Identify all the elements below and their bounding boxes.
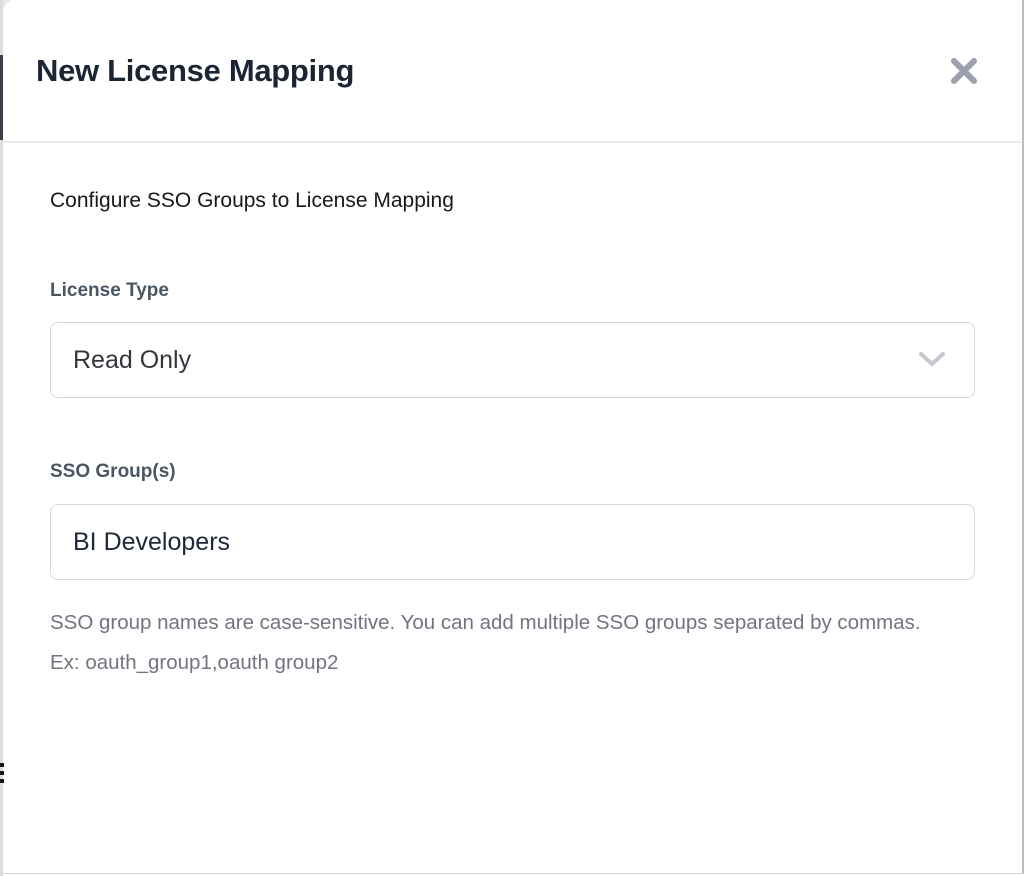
dialog-title: New License Mapping [36,53,354,89]
license-type-selected-value: Read Only [73,346,918,375]
dialog-header: New License Mapping [3,0,1022,143]
sso-groups-help-text: SSO group names are case-sensitive. You … [50,603,922,683]
background-list-icon [0,763,5,787]
close-button[interactable] [944,51,984,91]
license-type-label: License Type [50,280,975,302]
chevron-down-icon [918,351,946,369]
license-type-select[interactable]: Read Only [50,322,975,398]
sso-groups-label: SSO Group(s) [50,461,975,483]
dialog-body: Configure SSO Groups to License Mapping … [3,143,1022,683]
dialog-description: Configure SSO Groups to License Mapping [50,188,975,214]
close-icon [948,55,980,87]
new-license-mapping-dialog: New License Mapping Configure SSO Groups… [3,0,1024,874]
sso-groups-input[interactable] [50,504,975,580]
